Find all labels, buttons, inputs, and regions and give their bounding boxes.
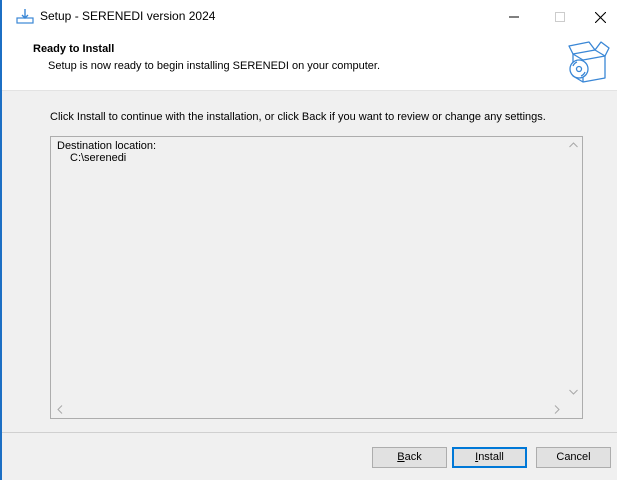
memo-line-destination-label: Destination location: [57, 140, 157, 152]
horizontal-scrollbar[interactable] [51, 401, 565, 418]
back-button[interactable]: Back [372, 447, 447, 468]
vertical-scrollbar[interactable] [565, 137, 582, 401]
install-button[interactable]: Install [452, 447, 527, 468]
install-label: nstall [478, 451, 504, 463]
minimize-button[interactable] [491, 0, 537, 32]
close-button[interactable] [583, 0, 617, 32]
wizard-footer: Back Install Cancel [2, 433, 617, 480]
settings-summary-memo[interactable]: Destination location: C:\serenedi [50, 136, 583, 419]
window-title: Setup - SERENEDI version 2024 [40, 9, 216, 23]
title-bar[interactable]: Setup - SERENEDI version 2024 [2, 0, 617, 32]
scroll-right-icon[interactable] [548, 401, 565, 418]
memo-line-destination-path: C:\serenedi [70, 152, 127, 164]
scroll-up-icon[interactable] [565, 137, 582, 154]
back-accelerator: B [397, 451, 405, 463]
setup-app-icon [16, 9, 34, 24]
install-instruction: Click Install to continue with the insta… [50, 111, 546, 123]
close-icon [594, 11, 606, 24]
wizard-header: Ready to Install Setup is now ready to b… [2, 32, 617, 90]
maximize-button[interactable] [537, 0, 583, 32]
cancel-button[interactable]: Cancel [536, 447, 611, 468]
minimize-icon [509, 16, 519, 18]
scroll-left-icon[interactable] [51, 401, 68, 418]
page-subtitle: Setup is now ready to begin installing S… [48, 60, 381, 72]
memo-text: Destination location: C:\serenedi [57, 140, 156, 164]
wizard-content: Click Install to continue with the insta… [2, 91, 617, 432]
back-label: ack [404, 451, 422, 463]
box-with-disc-icon [568, 41, 610, 83]
maximize-icon [555, 12, 565, 23]
scroll-down-icon[interactable] [565, 384, 582, 401]
page-title: Ready to Install [33, 43, 115, 55]
